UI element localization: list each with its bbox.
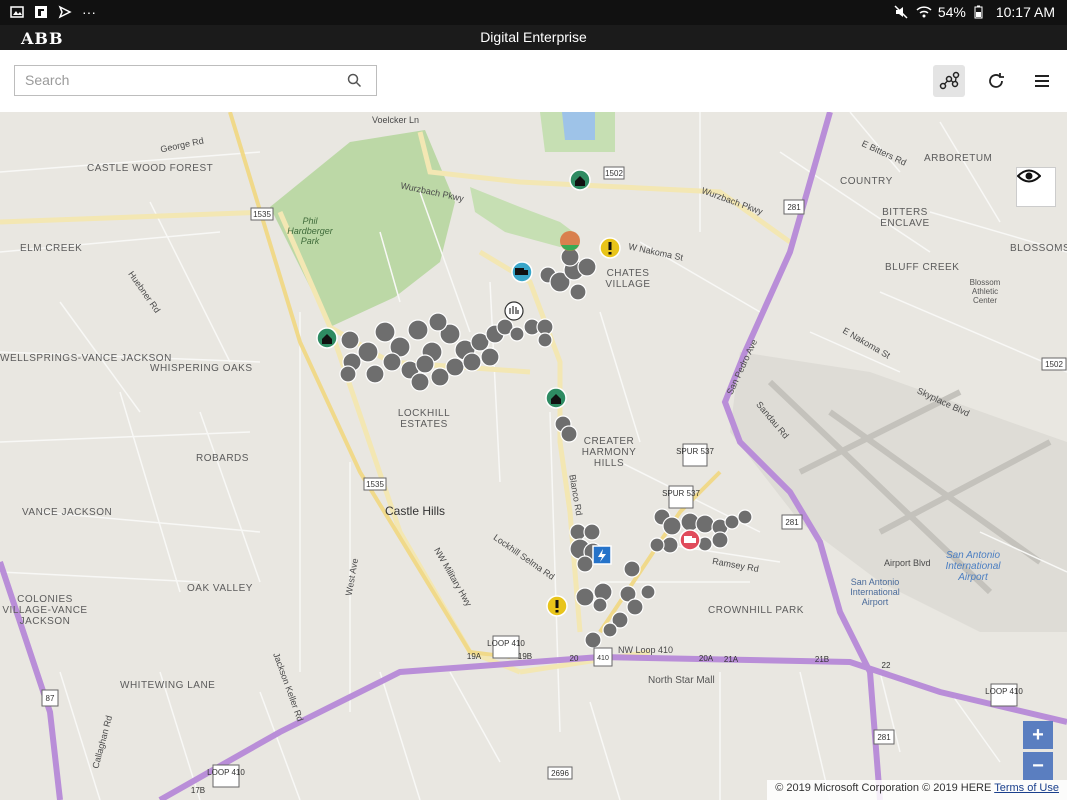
layer-visibility-button[interactable] — [1016, 167, 1056, 207]
area-label: ARBORETUM — [924, 153, 993, 164]
menu-button[interactable] — [1027, 65, 1059, 97]
home-marker[interactable] — [569, 169, 591, 191]
area-label: COUNTRY — [840, 176, 893, 187]
refresh-button[interactable] — [980, 65, 1012, 97]
search-box — [14, 65, 377, 96]
airport-label: San Antonio International Airport — [945, 550, 1001, 583]
shield: 21A — [724, 655, 739, 664]
shield: 2696 — [551, 769, 569, 778]
place-label: North Star Mall — [648, 675, 715, 686]
terms-of-use-link[interactable]: Terms of Use — [994, 782, 1059, 794]
route-toggle-button[interactable] — [933, 65, 965, 97]
home-marker[interactable] — [316, 327, 338, 349]
shield: 21B — [815, 655, 829, 664]
hand-marker[interactable] — [504, 301, 524, 321]
shield: 281 — [787, 203, 801, 212]
app-title: Digital Enterprise — [480, 29, 587, 45]
area-label: WHISPERING OAKS — [150, 363, 253, 374]
shield: 22 — [882, 661, 891, 670]
shield: 87 — [46, 694, 55, 703]
flipboard-icon — [34, 5, 48, 19]
area-label: CREATER HARMONY HILLS — [581, 436, 637, 469]
area-label: LOCKHILL ESTATES — [397, 408, 451, 430]
power-marker[interactable] — [592, 545, 612, 565]
vehicle-marker[interactable] — [679, 529, 701, 551]
street-label: Voelcker Ln — [372, 115, 420, 125]
shield: 19A — [467, 652, 482, 661]
shield: LOOP 410 — [985, 687, 1023, 696]
shield: 20 — [570, 654, 579, 663]
send-icon — [58, 5, 72, 19]
zoom-out-button[interactable]: − — [1023, 752, 1053, 780]
area-label: OAK VALLEY — [187, 583, 253, 594]
battery-icon — [974, 5, 988, 19]
alert-marker[interactable] — [599, 237, 621, 259]
shield: 17B — [191, 786, 205, 795]
street-label: NW Loop 410 — [618, 645, 674, 655]
wifi-icon — [916, 5, 932, 19]
area-label: VANCE JACKSON — [22, 507, 113, 518]
hamburger-icon — [1035, 75, 1049, 87]
area-label: BITTERS ENCLAVE — [880, 207, 930, 229]
area-label: CROWNHILL PARK — [708, 605, 804, 616]
battery-percent: 54% — [937, 4, 966, 20]
app-header: ABB Digital Enterprise — [0, 25, 1067, 50]
home-marker[interactable] — [545, 387, 567, 409]
shield: 1502 — [605, 169, 623, 178]
area-label: ELM CREEK — [20, 243, 83, 254]
eye-icon — [1017, 169, 1041, 183]
status-bar: ··· 54% 10:17 AM — [0, 0, 1067, 25]
area-label: COLONIES VILLAGE-VANCE JACKSON — [2, 594, 88, 627]
copyright-text: © 2019 Microsoft Corporation © 2019 HERE — [775, 782, 992, 794]
clock: 10:17 AM — [995, 4, 1055, 20]
map-view[interactable]: 1502 1535 281 1502 SPUR 537 SPUR 537 153… — [0, 112, 1067, 800]
search-input[interactable] — [15, 66, 345, 94]
refresh-icon — [989, 73, 1004, 88]
airport-label: San Antonio International Airport — [850, 577, 900, 607]
shield: 19B — [518, 652, 532, 661]
more-icon: ··· — [82, 4, 96, 20]
shield: SPUR 537 — [662, 489, 700, 498]
search-icon[interactable] — [347, 73, 362, 93]
status-marker[interactable] — [560, 231, 580, 251]
zoom-in-button[interactable]: + — [1023, 721, 1053, 749]
area-label: WELLSPRINGS-VANCE JACKSON — [0, 353, 172, 364]
street-label: Airport Blvd — [884, 558, 931, 568]
area-label: BLUFF CREEK — [885, 262, 960, 273]
shield: SPUR 537 — [676, 447, 714, 456]
truck-marker[interactable] — [511, 261, 533, 283]
gallery-icon — [10, 5, 24, 19]
shield: LOOP 410 — [207, 768, 245, 777]
place-label: Castle Hills — [385, 504, 446, 518]
area-label: CHATES VILLAGE — [605, 268, 651, 290]
shield: 1502 — [1045, 360, 1063, 369]
area-label: BLOSSOMS — [1010, 243, 1067, 254]
shield: LOOP 410 — [487, 639, 525, 648]
toolbar — [0, 50, 1067, 112]
park-label: Phil Hardberger Park — [287, 216, 333, 246]
place-label: Blossom Athletic Center — [969, 278, 1001, 305]
copyright-bar: © 2019 Microsoft Corporation © 2019 HERE… — [767, 780, 1067, 800]
area-label: WHITEWING LANE — [120, 680, 216, 691]
svg-text:410: 410 — [597, 655, 609, 662]
mute-icon — [894, 5, 908, 19]
shield: 1535 — [253, 210, 271, 219]
route-icon — [939, 71, 960, 90]
area-label: ROBARDS — [196, 453, 249, 464]
shield: 281 — [877, 733, 891, 742]
alert-marker[interactable] — [546, 595, 568, 617]
shield: 1535 — [366, 480, 384, 489]
shield: 20A — [699, 654, 714, 663]
area-label: CASTLE WOOD FOREST — [87, 163, 214, 174]
shield: 281 — [785, 518, 799, 527]
